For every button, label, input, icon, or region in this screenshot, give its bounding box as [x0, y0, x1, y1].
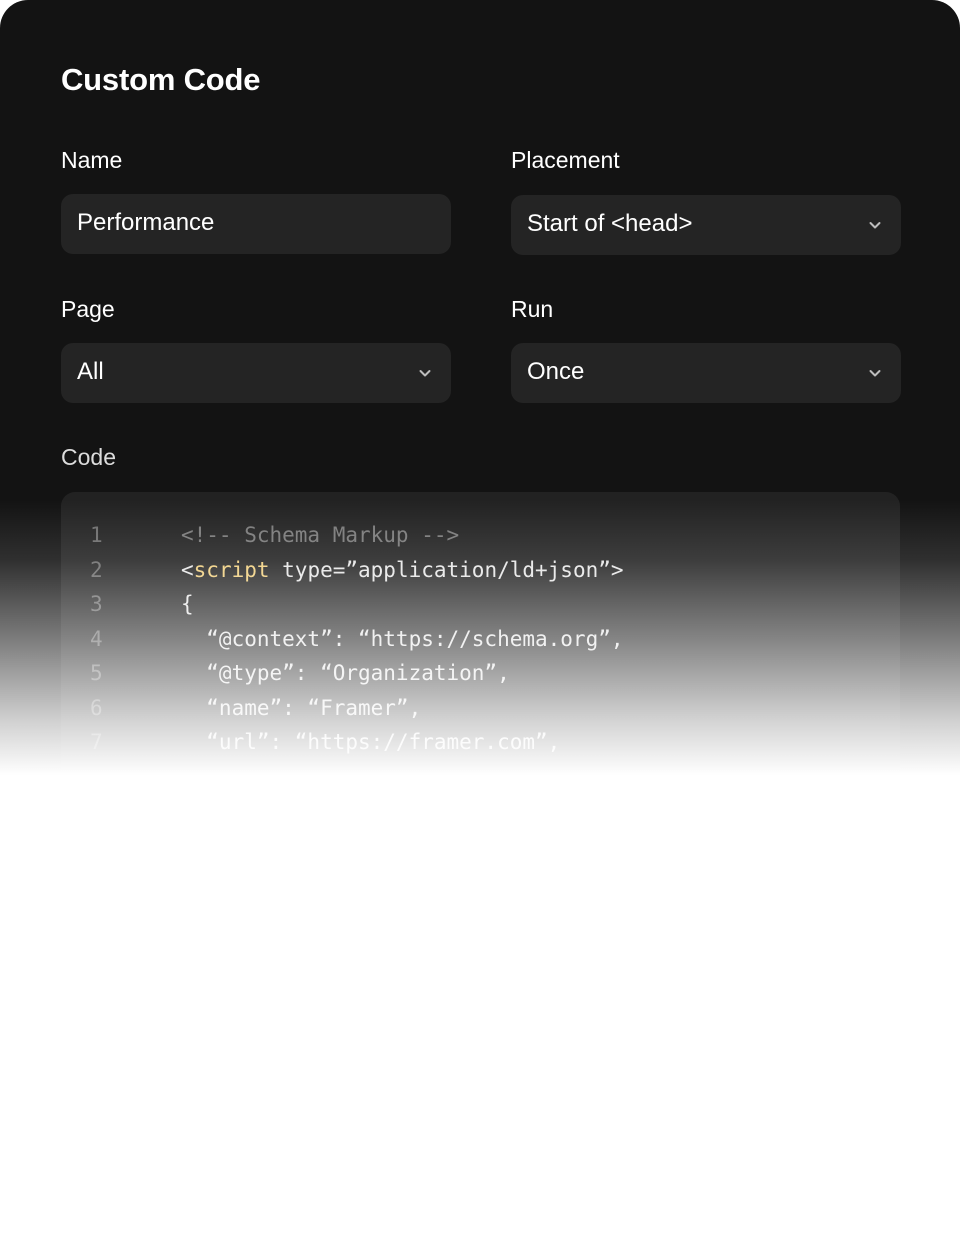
run-select[interactable]: Once	[511, 343, 901, 403]
placement-select[interactable]: Start of <head>	[511, 195, 901, 255]
code-text: “@context”: “https://schema.org”,	[181, 627, 624, 651]
code-text: “@type”: “Organization”,	[181, 661, 510, 685]
placement-label: Placement	[511, 147, 620, 173]
code-comment: <!-- Schema Markup -->	[181, 523, 460, 547]
code-text: {	[181, 592, 194, 616]
page-select[interactable]: All	[61, 343, 451, 403]
page-label: Page	[61, 296, 115, 322]
page-value: All	[77, 358, 104, 385]
chevron-down-icon	[419, 370, 431, 377]
line-number: 7	[90, 730, 103, 754]
code-text: “name”: “Framer”,	[181, 696, 421, 720]
panel-title: Custom Code	[61, 62, 261, 97]
code-text: <script type=”application/ld+json”>	[181, 558, 624, 582]
code-token: type=”application/ld+json”>	[269, 558, 624, 582]
run-value: Once	[527, 358, 585, 385]
code-token: <	[181, 558, 194, 582]
code-keyword: script	[193, 558, 270, 582]
line-number: 6	[90, 696, 103, 720]
name-input[interactable]	[77, 206, 417, 240]
code-token: “@type”: “Organization”,	[181, 661, 510, 685]
code-text: “url”: “https://framer.com”,	[181, 730, 560, 754]
line-number: 2	[90, 558, 103, 582]
custom-code-panel: Custom Code Name Placement Start of <hea…	[0, 0, 960, 1241]
line-number: 5	[90, 661, 103, 685]
code-token: “name”: “Framer”,	[181, 696, 422, 720]
code-token: “@context”: “https://schema.org”,	[181, 627, 624, 651]
code-token: “url”: “https://framer.com”,	[181, 730, 561, 754]
code-editor[interactable]: 1 <!-- Schema Markup --> 2 <script type=”ap…	[61, 492, 900, 912]
chevron-down-icon	[869, 370, 881, 377]
name-label: Name	[61, 147, 123, 173]
line-number: 3	[90, 592, 103, 616]
run-label: Run	[511, 296, 554, 322]
code-token: {	[181, 592, 194, 616]
chevron-down-icon	[869, 222, 881, 229]
line-number: 4	[90, 627, 103, 651]
line-number: 1	[90, 523, 103, 547]
name-field[interactable]	[61, 194, 451, 254]
placement-value: Start of <head>	[527, 210, 693, 237]
code-text: <!-- Schema Markup -->	[181, 523, 459, 547]
code-label: Code	[61, 444, 116, 470]
